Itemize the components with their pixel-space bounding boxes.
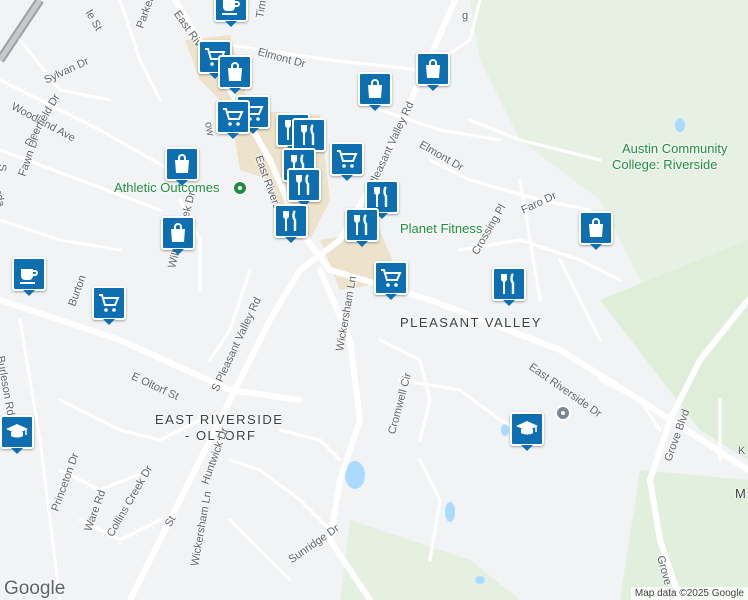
athletic-outcomes-pin-icon[interactable]	[232, 180, 248, 196]
college-label-line1[interactable]: Austin Community	[622, 141, 727, 156]
map-canvas[interactable]: PLEASANT VALLEY EAST RIVERSIDE - OLTORF …	[0, 0, 748, 600]
street-label-fragment: K	[738, 445, 746, 457]
fork-knife-icon[interactable]	[274, 204, 308, 243]
athletic-outcomes-label[interactable]: Athletic Outcomes	[114, 180, 220, 195]
shopping-bag-icon[interactable]	[161, 216, 195, 255]
fork-knife-icon[interactable]	[492, 267, 526, 306]
cart-marker-icon[interactable]	[330, 142, 364, 181]
street-label-fragment: S	[0, 164, 8, 171]
cart-marker-icon[interactable]	[374, 261, 408, 300]
planet-fitness-label[interactable]: Planet Fitness	[400, 221, 482, 236]
fork-knife-icon[interactable]	[287, 168, 321, 207]
street-label-fragment: g	[462, 10, 469, 22]
neighborhood-pleasant-valley: PLEASANT VALLEY	[400, 315, 542, 330]
cart-marker-icon[interactable]	[216, 100, 250, 139]
college-pin-icon[interactable]	[555, 405, 571, 421]
shopping-bag-icon[interactable]	[358, 72, 392, 111]
college-label-line2[interactable]: College: Riverside	[612, 157, 718, 172]
graduation-cap-icon[interactable]	[0, 415, 34, 454]
cafe-marker-icon[interactable]	[12, 257, 46, 296]
shopping-bag-icon[interactable]	[218, 55, 252, 94]
shopping-bag-icon[interactable]	[165, 147, 199, 186]
fork-knife-icon[interactable]	[292, 118, 326, 157]
shopping-bag-icon[interactable]	[579, 211, 613, 250]
google-logo: Google	[4, 578, 66, 599]
graduation-cap-icon[interactable]	[510, 412, 544, 451]
street-label-fragment: ow	[202, 120, 217, 137]
fork-knife-icon[interactable]	[345, 208, 379, 247]
shopping-bag-icon[interactable]	[416, 52, 450, 91]
street-label-fragment: M	[735, 486, 746, 501]
map-attribution[interactable]: Map data ©2025 Google	[630, 587, 748, 600]
cart-marker-icon[interactable]	[92, 286, 126, 325]
cafe-marker-icon[interactable]	[214, 0, 248, 27]
neighborhood-east-riverside: EAST RIVERSIDE	[155, 412, 284, 427]
